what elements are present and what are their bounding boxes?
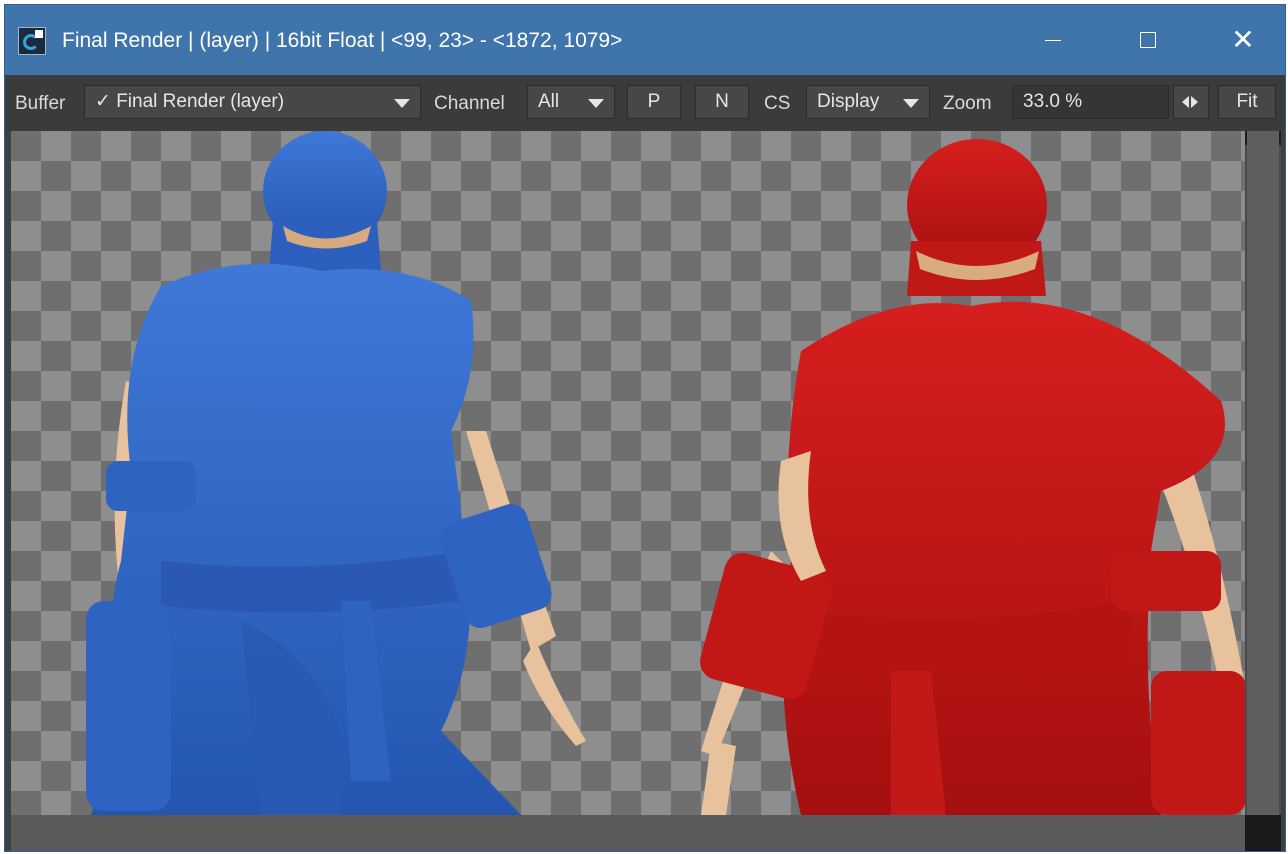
render-window: Final Render | (layer) | 16bit Float | <… — [4, 4, 1286, 852]
horizontal-scrollbar[interactable] — [11, 815, 1245, 851]
zoom-step-button[interactable] — [1173, 85, 1209, 119]
zoom-label: Zoom — [943, 93, 992, 114]
red-ninja-render — [700, 139, 1245, 815]
cs-label: CS — [764, 93, 791, 114]
close-button[interactable]: ✕ — [1215, 15, 1271, 65]
cs-value: Display — [817, 91, 880, 112]
channel-dropdown[interactable]: All — [527, 85, 615, 119]
vertical-scroll-thumb[interactable] — [1247, 131, 1279, 815]
p-button[interactable]: P — [627, 85, 681, 119]
maximize-icon — [1140, 32, 1156, 48]
zoom-value: 33.0 % — [1023, 91, 1083, 112]
channel-value: All — [538, 91, 560, 112]
maximize-button[interactable] — [1120, 15, 1176, 65]
minimize-icon — [1045, 39, 1061, 41]
vertical-scrollbar[interactable] — [1245, 131, 1281, 851]
left-right-arrows-icon — [1174, 86, 1208, 118]
cs-dropdown[interactable]: Display — [806, 85, 930, 119]
channel-label: Channel — [434, 93, 505, 114]
buffer-label: Buffer — [15, 93, 66, 114]
minimize-button[interactable] — [1025, 15, 1081, 65]
render-image — [86, 131, 1245, 815]
close-icon: ✕ — [1231, 24, 1255, 55]
zoom-field[interactable]: 33.0 % — [1012, 85, 1169, 119]
n-button[interactable]: N — [695, 85, 749, 119]
buffer-dropdown[interactable]: ✓ Final Render (layer) — [84, 85, 421, 119]
app-icon — [18, 27, 46, 55]
title-bar[interactable]: Final Render | (layer) | 16bit Float | <… — [5, 5, 1285, 75]
chevron-down-icon — [588, 99, 604, 108]
window-title: Final Render | (layer) | 16bit Float | <… — [62, 29, 623, 52]
buffer-value: ✓ Final Render (layer) — [95, 91, 285, 112]
render-viewport[interactable] — [11, 131, 1245, 815]
chevron-down-icon — [394, 99, 410, 108]
chevron-down-icon — [903, 99, 919, 108]
blue-ninja-render — [86, 131, 586, 815]
scrollbar-corner — [1245, 815, 1281, 851]
fit-button[interactable]: Fit — [1218, 85, 1276, 119]
toolbar: Buffer ✓ Final Render (layer) Channel Al… — [5, 75, 1285, 131]
